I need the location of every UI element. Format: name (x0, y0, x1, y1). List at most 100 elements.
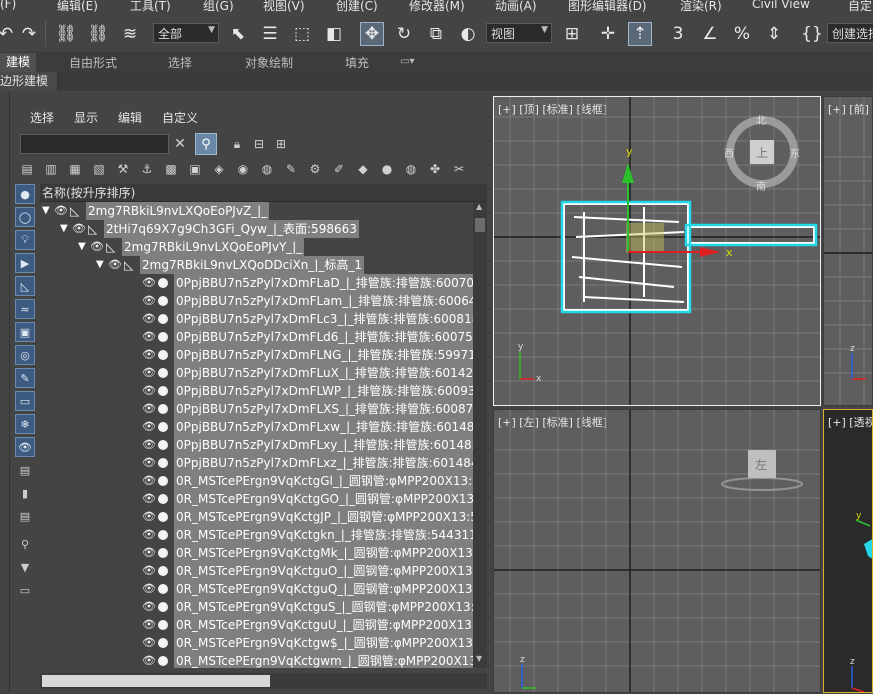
menu-animation[interactable]: 动画(A) (495, 0, 537, 14)
tree-row-label[interactable]: 0R_MSTcePErgn9VqKctgw$_|_圆钢管:φMPP200X13:… (174, 634, 473, 652)
tree-row[interactable]: ▼ 👁︎ ◺ 2tHi7q69X7g9Ch3GFi_Qyw_|_表面:598663 (40, 220, 473, 238)
tree-row-label[interactable]: 0PpjBBU7n5zPyl7xDmFLaD_|_排管族:排管族:600700 (174, 274, 473, 292)
scroll-up-icon[interactable]: ▲ (476, 202, 482, 211)
visibility-eye-icon[interactable]: 👁︎ (142, 634, 158, 652)
tree-row-label[interactable]: 0PpjBBU7n5zPyl7xDmFLxw_|_排管族:排管族:601483 (174, 418, 473, 436)
redo-icon[interactable]: ↷ (17, 22, 41, 46)
filter-lights-icon[interactable]: ⚓ (138, 160, 156, 178)
visibility-eye-icon[interactable]: 👁︎ (142, 544, 158, 562)
menu-customize[interactable]: 自定 (848, 0, 872, 14)
tree-row[interactable]: 👁︎ 0R_MSTcePErgn9VqKctgw$_|_圆钢管:φMPP200X1… (40, 634, 473, 652)
tree-row[interactable]: ▼ 👁︎ ◺ 2mg7RBkiL9nvLXQoDDciXn_|_标高_1 (40, 256, 473, 274)
display-helpers-icon[interactable]: ◺ (15, 276, 35, 296)
menu-modifiers[interactable]: 修改器(M) (409, 0, 465, 14)
viewport-perspective[interactable]: [+] [透视 y z (823, 409, 873, 693)
filter-visible-icon[interactable]: ● (378, 160, 396, 178)
tree-row[interactable]: ▼ 👁︎ ◺ 2mg7RBkiL9nvLXQoEoPJvY_|_ (40, 238, 473, 256)
tree-row-label[interactable]: 0PpjBBU7n5zPyl7xDmFLd6_|_排管族:排管族:600759 (174, 328, 473, 346)
tree-row[interactable]: 👁︎ 0R_MSTcePErgn9VqKctguS_|_圆钢管:φMPP200X1… (40, 598, 473, 616)
filter-shapes-icon[interactable]: ⚒ (114, 160, 132, 178)
explorer-menu-select[interactable]: 选择 (30, 109, 54, 126)
angle-snap-icon[interactable]: ∠ (698, 22, 722, 46)
list-icon[interactable]: ▤ (15, 506, 35, 526)
tree-row[interactable]: 👁︎ 0PpjBBU7n5zPyl7xDmFLxy_|_排管族:排管族:60148… (40, 436, 473, 454)
bind-space-warp-icon[interactable]: ≋ (118, 22, 142, 46)
select-by-name-icon[interactable]: ☰ (258, 22, 282, 46)
filter-icon[interactable]: ⚲ (195, 133, 217, 155)
viewcube-top[interactable]: 上 北 南 东 西 (724, 115, 800, 193)
visibility-eye-icon[interactable]: 👁︎ (108, 256, 124, 274)
reference-coordinate-dropdown[interactable]: 视图 ▼ (486, 23, 552, 43)
visibility-eye-icon[interactable]: 👁︎ (142, 328, 158, 346)
menu-views[interactable]: 视图(V) (263, 0, 305, 14)
visibility-eye-icon[interactable]: 👁︎ (142, 418, 158, 436)
menu-file-partial[interactable]: (F) (0, 0, 16, 11)
tree-row-label[interactable]: 0R_MSTcePErgn9VqKctgkn_|_排管族:排管族:544311 (174, 526, 473, 544)
explorer-menu-edit[interactable]: 编辑 (118, 109, 142, 126)
ribbon-options-icon[interactable]: ▭▾ (400, 56, 414, 67)
filter-xrefs-icon[interactable]: ◍ (258, 160, 276, 178)
visibility-eye-icon[interactable]: 👁︎ (72, 220, 88, 238)
tree-row[interactable]: 👁︎ 0R_MSTcePErgn9VqKctgwm_|_圆钢管:φMPP200X1… (40, 652, 473, 668)
tree-row[interactable]: 👁︎ 0PpjBBU7n5zPyl7xDmFLuX_|_排管族:排管族:60142… (40, 364, 473, 382)
tree-row-label[interactable]: 0PpjBBU7n5zPyl7xDmFLWP_|_排管族:排管族:600936 (174, 382, 473, 400)
tree-row[interactable]: 👁︎ 0PpjBBU7n5zPyl7xDmFLxz_|_排管族:排管族:60148… (40, 454, 473, 472)
tree-row[interactable]: 👁︎ 0R_MSTcePErgn9VqKctgkn_|_排管族:排管族:54431… (40, 526, 473, 544)
hierarchy-expand-icon[interactable]: ⊞ (272, 135, 290, 153)
tree-row-label[interactable]: 0R_MSTcePErgn9VqKctguU_|_圆钢管:φMPP200X13:… (174, 616, 473, 634)
filter-hidden-icon[interactable]: ◆ (354, 160, 372, 178)
visibility-eye-icon[interactable]: 👁︎ (142, 274, 158, 292)
tree-row-label[interactable]: 0R_MSTcePErgn9VqKctguS_|_圆钢管:φMPP200X13:… (174, 598, 473, 616)
layer-explorer-icon[interactable]: ▤ (15, 460, 35, 480)
visibility-eye-icon[interactable]: 👁︎ (54, 202, 70, 220)
menu-civil-view[interactable]: Civil View (752, 0, 810, 11)
visibility-eye-icon[interactable]: 👁︎ (142, 616, 158, 634)
tab-selection[interactable]: 选择 (168, 54, 192, 71)
tree-row-label[interactable]: 0PpjBBU7n5zPyl7xDmFLuX_|_排管族:排管族:601424 (174, 364, 473, 382)
unlink-icon[interactable]: ⛓ (86, 22, 110, 46)
visibility-eye-icon[interactable]: 👁︎ (90, 238, 106, 256)
tree-row-label[interactable]: 0PpjBBU7n5zPyl7xDmFLxy_|_排管族:排管族:601485 (174, 436, 473, 454)
scroll-down-icon[interactable]: ▼ (476, 654, 482, 663)
tree-row-label[interactable]: 2mg7RBkiL9nvLXQoEoPJvY_|_ (122, 238, 305, 256)
tree-row-label[interactable]: 0R_MSTcePErgn9VqKctgMk_|_圆钢管:φMPP200X13:… (174, 544, 473, 562)
rect-selection-icon[interactable]: ⬚ (290, 22, 314, 46)
menu-create[interactable]: 创建(C) (336, 0, 378, 14)
filter-geometry-icon[interactable]: ▧ (90, 160, 108, 178)
named-selection-field[interactable]: 创建选择 (827, 23, 873, 43)
lock-icon[interactable]: 🔒︎ (228, 135, 246, 153)
invert-display-icon[interactable]: ▦ (66, 160, 84, 178)
tree-row-label[interactable]: 0R_MSTcePErgn9VqKctgwm_|_圆钢管:φMPP200X13:… (174, 652, 473, 668)
tree-row[interactable]: 👁︎ 0R_MSTcePErgn9VqKctgGO_|_圆钢管:φMPP200X1… (40, 490, 473, 508)
expand-collapse-icon[interactable]: ▼ (42, 202, 54, 220)
display-groups-icon[interactable]: ▣ (15, 322, 35, 342)
filter-helpers-icon[interactable]: ▣ (186, 160, 204, 178)
filter-funnel-icon[interactable]: ▼ (15, 557, 35, 577)
filter-spacewarps-icon[interactable]: ◈ (210, 160, 228, 178)
visibility-eye-icon[interactable]: 👁︎ (142, 400, 158, 418)
viewport-left[interactable]: [+] [左] [标准] [线框] 左 z (493, 409, 821, 693)
tree-row-label[interactable]: 0PpjBBU7n5zPyl7xDmFLXS_|_排管族:排管族:600877 (174, 400, 473, 418)
tree-row-label[interactable]: 0PpjBBU7n5zPyl7xDmFLxz_|_排管族:排管族:601484 (174, 454, 473, 472)
tree-row[interactable]: 👁︎ 0PpjBBU7n5zPyl7xDmFLam_|_排管族:排管族:60064… (40, 292, 473, 310)
filter-alt-icon[interactable]: ⚲ (15, 534, 35, 554)
visibility-eye-icon[interactable]: 👁︎ (142, 526, 158, 544)
filter-instanced-icon[interactable]: ◍ (402, 160, 420, 178)
tree-vertical-scroll-thumb[interactable] (475, 218, 485, 232)
menu-group[interactable]: 组(G) (203, 0, 234, 14)
tree-row[interactable]: 👁︎ 0R_MSTcePErgn9VqKctgGl_|_圆钢管:φMPP200X1… (40, 472, 473, 490)
display-spacewarps-icon[interactable]: ≈ (15, 299, 35, 319)
filter-misc-icon[interactable]: ✂ (450, 160, 468, 178)
tree-row[interactable]: 👁︎ 0PpjBBU7n5zPyl7xDmFLXS_|_排管族:排管族:60087… (40, 400, 473, 418)
tree-row[interactable]: 👁︎ 0PpjBBU7n5zPyl7xDmFLd6_|_排管族:排管族:60075… (40, 328, 473, 346)
tree-vertical-scrollbar[interactable]: ▲ ▼ (473, 202, 487, 668)
tree-row-label[interactable]: 2mg7RBkiL9nvLXQoEoPJvZ_|_ (86, 202, 270, 220)
display-shapes-icon[interactable]: ◯ (15, 207, 35, 227)
tree-row[interactable]: 👁︎ 0PpjBBU7n5zPyl7xDmFLWP_|_排管族:排管族:60093… (40, 382, 473, 400)
display-containers-icon[interactable]: ▭ (15, 391, 35, 411)
window-crossing-icon[interactable]: ◧ (322, 22, 346, 46)
tab-object-paint[interactable]: 对象绘制 (245, 54, 293, 71)
display-lights-icon[interactable]: 💡︎ (15, 230, 35, 250)
explorer-menu-customize[interactable]: 自定义 (162, 109, 198, 126)
menu-tools[interactable]: 工具(T) (130, 0, 171, 14)
